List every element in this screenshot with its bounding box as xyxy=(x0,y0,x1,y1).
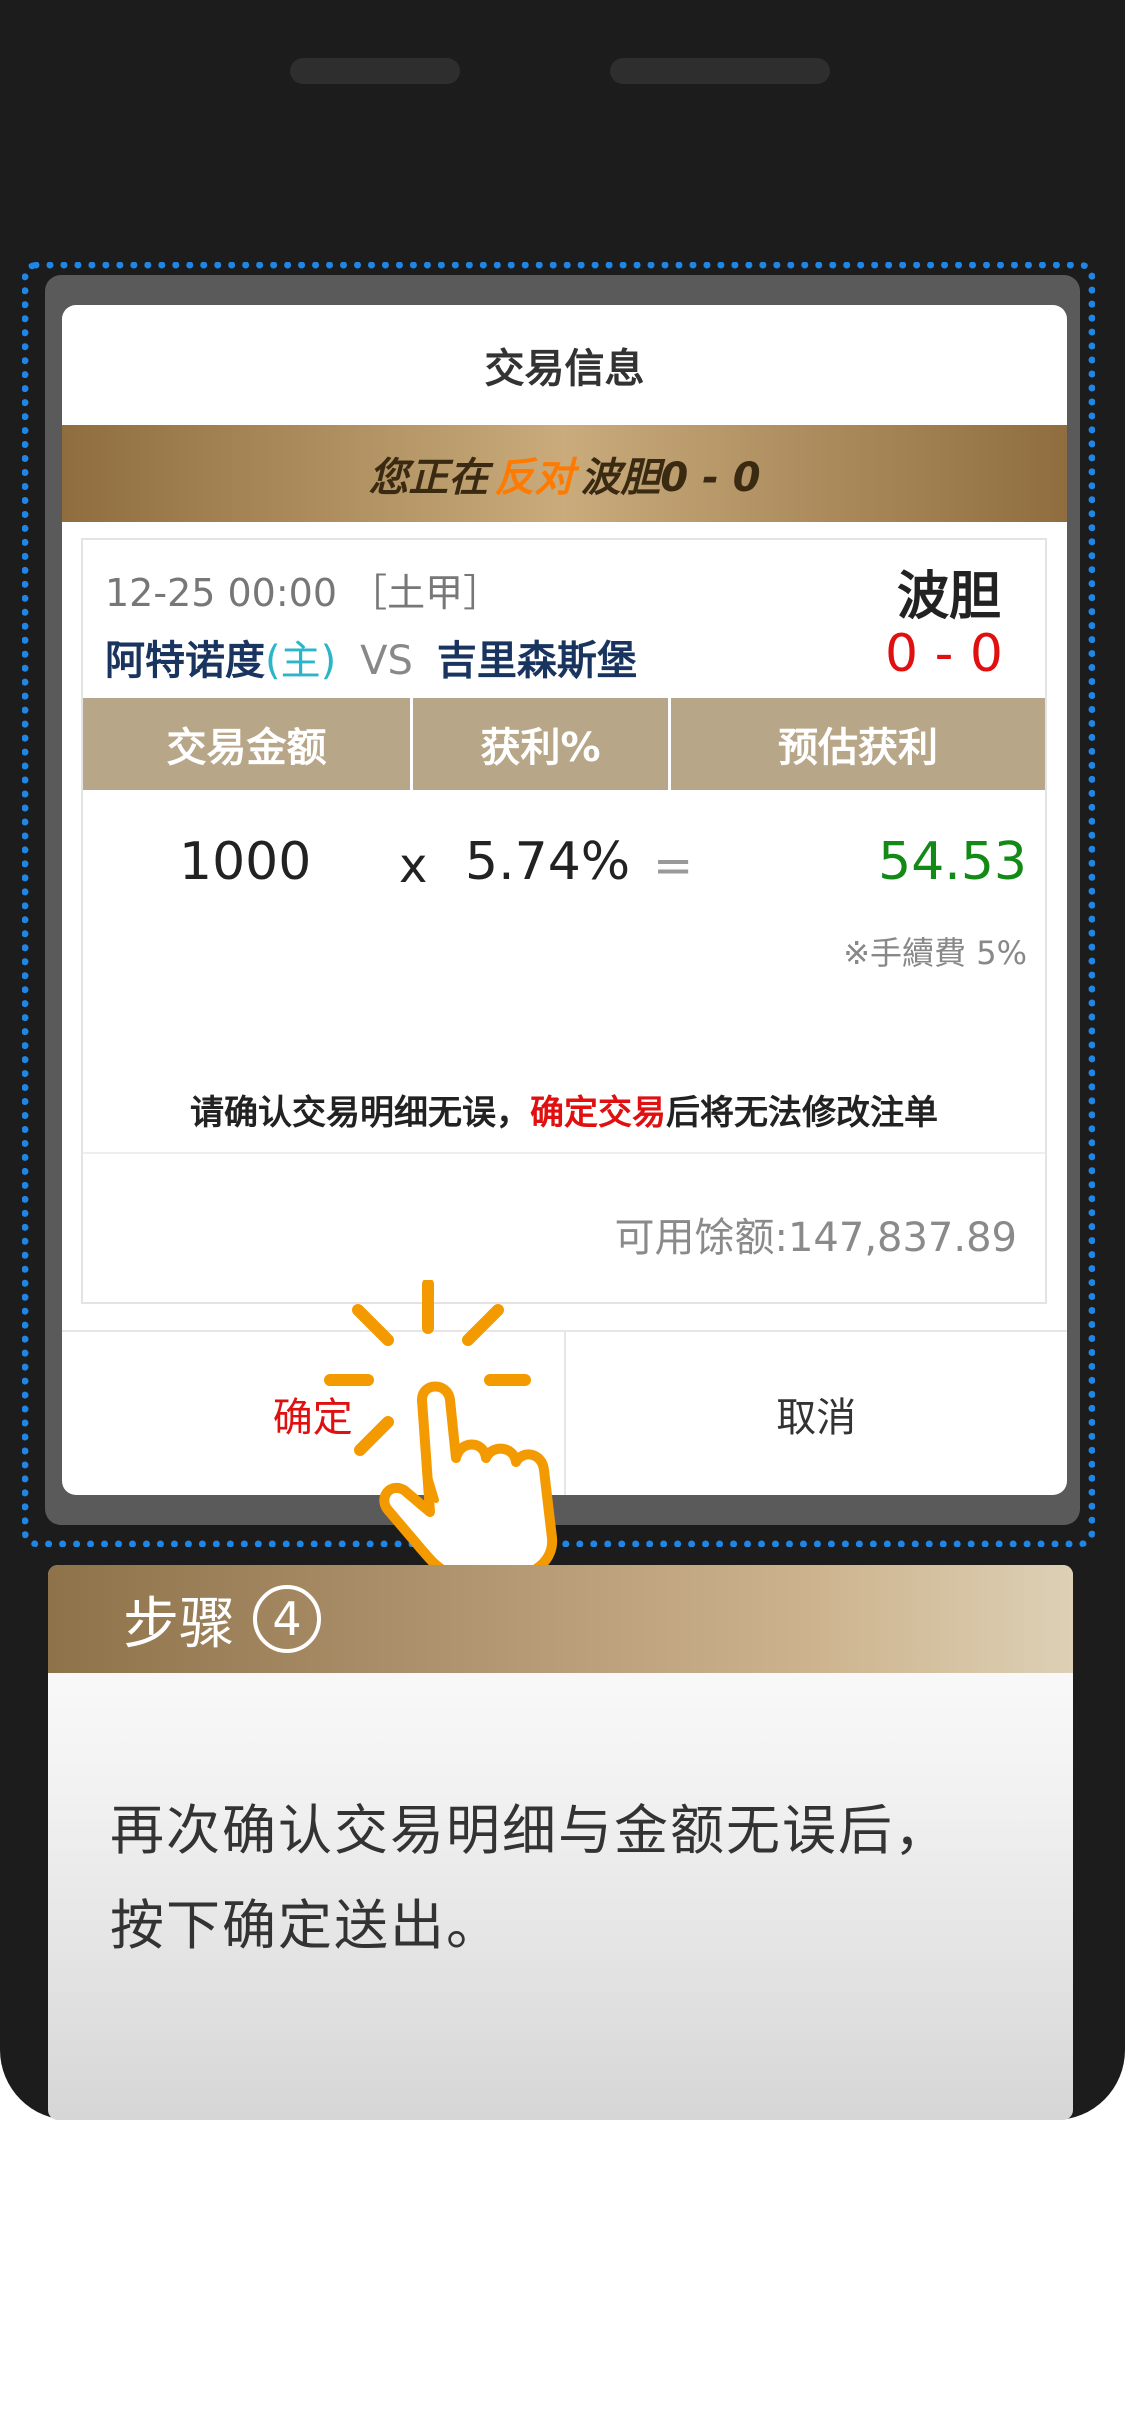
away-team: 吉里森斯堡 xyxy=(436,638,637,684)
step-panel: 步骤 4 再次确认交易明细与金额无误后， 按下确定送出。 xyxy=(48,1565,1073,2120)
available-balance: 可用馀额:147,837.89 xyxy=(614,1215,1018,1261)
trade-table-header: 交易金额 获利% 预估获利 xyxy=(83,698,1045,790)
dialog-title: 交易信息 xyxy=(484,346,645,392)
banner-prefix: 您正在 xyxy=(368,454,489,501)
confirm-notice: 请确认交易明细无误，确定交易后将无法修改注单 xyxy=(83,1085,1045,1134)
notice-post: 后将无法修改注单 xyxy=(666,1093,938,1133)
home-tag: (主) xyxy=(265,638,337,684)
betting-banner: 您正在 反对 波胆0 - 0 xyxy=(62,425,1067,522)
divider xyxy=(83,1152,1045,1154)
header-amount: 交易金额 xyxy=(83,698,413,790)
cancel-button[interactable]: 取消 xyxy=(566,1332,1068,1495)
header-rate: 获利% xyxy=(413,698,671,790)
tap-hand-icon xyxy=(324,1280,558,1580)
trade-detail-card: 12-25 00:00 ［土甲］ 阿特诺度(主) VS 吉里森斯堡 波胆 0 -… xyxy=(81,538,1047,1304)
trade-amount: 1000 xyxy=(179,832,312,892)
notice-pre: 请确认交易明细无误， xyxy=(190,1093,530,1133)
step-label: 步骤 xyxy=(123,1591,235,1657)
step-header: 步骤 4 xyxy=(48,1565,1073,1673)
bet-score: 0 - 0 xyxy=(885,624,1003,684)
step-number: 4 xyxy=(253,1585,321,1653)
trade-calculation-row: 1000 x 5.74% = 54.53 ※手續費 5% xyxy=(83,790,1045,1030)
home-team: 阿特诺度 xyxy=(105,638,265,684)
banner-action: 反对 xyxy=(494,454,575,501)
multiply-sign: x xyxy=(399,838,428,894)
bet-type: 波胆 xyxy=(896,567,1001,627)
blurred-status-text xyxy=(290,58,460,84)
estimated-profit: 54.53 xyxy=(878,832,1027,892)
step-description-line: 再次确认交易明细与金额无误后， xyxy=(110,1799,950,1862)
blurred-status-text xyxy=(610,58,830,84)
step-description: 再次确认交易明细与金额无误后， 按下确定送出。 xyxy=(48,1673,1073,1973)
notice-emphasis: 确定交易 xyxy=(530,1093,666,1133)
equals-sign: = xyxy=(653,838,694,894)
match-teams: 阿特诺度(主) VS 吉里森斯堡 xyxy=(105,628,637,686)
match-time: 12-25 00:00 ［土甲］ xyxy=(105,571,502,615)
vs-label: VS xyxy=(360,638,413,684)
profit-rate: 5.74% xyxy=(465,832,631,892)
header-profit: 预估获利 xyxy=(778,725,938,771)
step-description-line: 按下确定送出。 xyxy=(110,1894,502,1957)
fee-note: ※手續費 5% xyxy=(843,934,1027,972)
banner-suffix: 波胆0 - 0 xyxy=(580,454,761,501)
